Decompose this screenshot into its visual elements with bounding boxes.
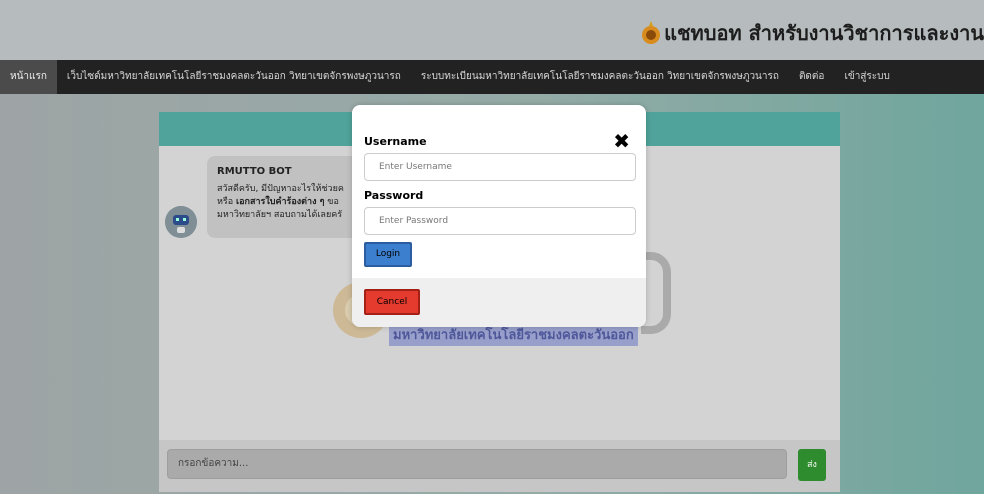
password-label: Password	[364, 189, 424, 202]
close-icon[interactable]: ✖	[613, 131, 630, 151]
login-modal: Username ✖ Enter Username Password Enter…	[352, 105, 646, 327]
message-text: หรือ	[217, 197, 237, 207]
nav-item-login[interactable]: เข้าสู่ระบบ	[834, 60, 899, 94]
message-text: ขอ	[324, 197, 339, 207]
login-button[interactable]: Login	[364, 242, 412, 267]
password-input[interactable]: Enter Password	[364, 207, 636, 235]
nav-item-contact[interactable]: ติดต่อ	[789, 60, 835, 94]
nav-item-home[interactable]: หน้าแรก	[0, 60, 57, 94]
username-input[interactable]: Enter Username	[364, 153, 636, 181]
message-input[interactable]: กรอกข้อความ...	[167, 449, 787, 479]
nav-item-registration-system[interactable]: ระบบทะเบียนมหาวิทยาลัยเทคโนโลยีราชมงคลตะ…	[411, 60, 789, 94]
username-label: Username	[364, 135, 427, 148]
nav-item-university-website[interactable]: เว็บไซต์มหาวิทยาลัยเทคโนโลยีราชมงคลตะวัน…	[57, 60, 411, 94]
message-bold-text: เอกสารใบคำร้องต่าง ๆ	[236, 197, 325, 207]
main-nav: หน้าแรก เว็บไซต์มหาวิทยาลัยเทคโนโลยีราชม…	[0, 60, 984, 94]
send-button[interactable]: ส่ง	[798, 449, 826, 481]
university-seal-icon	[642, 21, 661, 44]
bot-avatar-icon	[165, 206, 197, 238]
header-bar: แชทบอท สำหรับงานวิชาการและงาน	[0, 0, 984, 60]
modal-footer: Cancel	[352, 278, 646, 327]
cancel-button[interactable]: Cancel	[364, 289, 420, 315]
page-title: แชทบอท สำหรับงานวิชาการและงาน	[664, 21, 984, 45]
watermark-text: มหาวิทยาลัยเทคโนโลยีราชมงคลตะวันออก	[389, 326, 638, 346]
header-title-wrap: แชทบอท สำหรับงานวิชาการและงาน	[640, 17, 984, 49]
chat-input-bar: กรอกข้อความ... ส่ง	[159, 440, 840, 492]
